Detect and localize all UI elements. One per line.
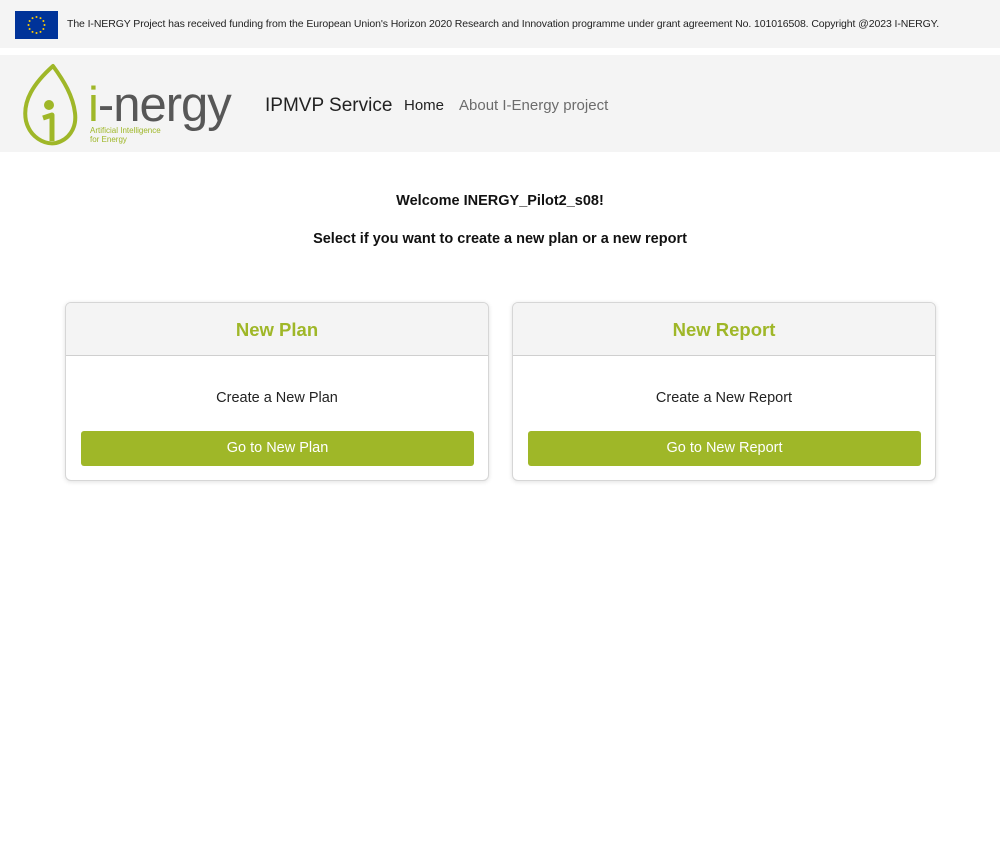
service-title[interactable]: IPMVP Service <box>265 95 392 117</box>
eu-flag-icon <box>15 11 58 39</box>
welcome-message: Welcome INERGY_Pilot2_s08! <box>396 193 604 209</box>
logo-tagline: Artificial Intelligence for Energy <box>90 126 161 144</box>
go-to-new-report-button[interactable]: Go to New Report <box>528 431 921 466</box>
funding-notice: The I-NERGY Project has received funding… <box>67 18 940 30</box>
logo-wordmark: i-nergy <box>88 78 232 132</box>
new-report-card: New Report Create a New Report Go to New… <box>512 302 936 481</box>
nav-link-home[interactable]: Home <box>404 97 444 114</box>
card-description: Create a New Report <box>655 390 793 406</box>
card-title: New Report <box>513 303 935 356</box>
nav-link-about[interactable]: About I-Energy project <box>459 97 608 114</box>
card-title: New Plan <box>66 303 488 356</box>
funding-banner: The I-NERGY Project has received funding… <box>0 0 1000 48</box>
go-to-new-plan-button[interactable]: Go to New Plan <box>81 431 474 466</box>
new-plan-card: New Plan Create a New Plan Go to New Pla… <box>65 302 489 481</box>
navbar: i-nergy Artificial Intelligence for Ener… <box>0 55 1000 152</box>
i-nergy-logo[interactable]: i-nergy Artificial Intelligence for Ener… <box>22 63 232 147</box>
leaf-logo-icon <box>23 64 78 146</box>
instruction-text: Select if you want to create a new plan … <box>313 231 687 247</box>
card-description: Create a New Plan <box>216 390 338 406</box>
